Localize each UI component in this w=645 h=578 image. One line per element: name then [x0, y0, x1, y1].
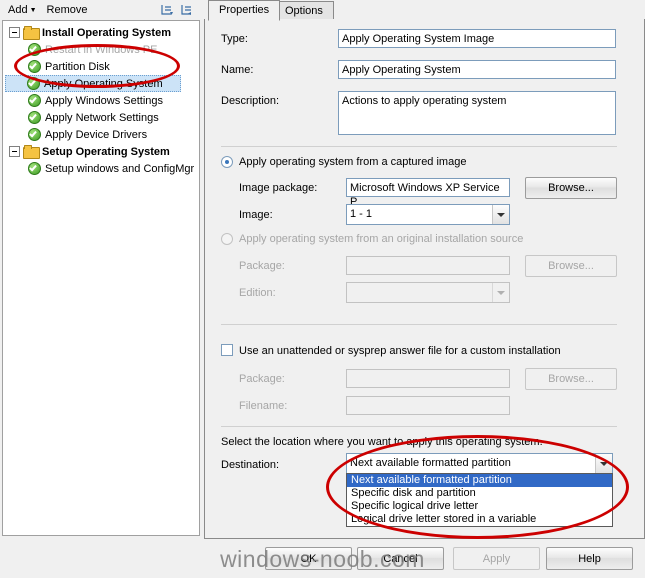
dropdown-option-next-available[interactable]: Next available formatted partition: [347, 474, 612, 487]
destination-instruction: Select the location where you want to ap…: [221, 436, 543, 448]
green-check-icon: [28, 128, 41, 141]
tree-item-label: Restart in Windows PE: [45, 43, 158, 56]
radio-captured-image-label: Apply operating system from a captured i…: [239, 156, 467, 168]
tree-item-restart-in-windows-pe[interactable]: Restart in Windows PE: [3, 41, 199, 58]
expander-collapse-icon[interactable]: [9, 146, 20, 157]
image-select[interactable]: 1 - 1: [346, 204, 510, 225]
edition-label: Edition:: [239, 287, 276, 299]
chevron-down-icon[interactable]: [595, 454, 612, 473]
green-check-icon: [28, 43, 41, 56]
tree-item-install-operating-system[interactable]: Install Operating System: [3, 24, 199, 41]
original-package-label: Package:: [239, 260, 285, 272]
checkbox-unattended-answer-file[interactable]: [221, 344, 233, 356]
dropdown-option-specific-logical-drive[interactable]: Specific logical drive letter: [347, 500, 612, 513]
add-button[interactable]: Add ▼: [4, 3, 41, 17]
green-check-icon: [28, 94, 41, 107]
image-select-value: 1 - 1: [350, 208, 373, 220]
folder-icon: [23, 26, 40, 40]
type-value: Apply Operating System Image: [338, 29, 616, 48]
task-sequence-editor-window: Add ▼ Remove Install Operating System Re…: [0, 0, 645, 578]
chevron-down-icon: ▼: [29, 7, 37, 14]
destination-label: Destination:: [221, 459, 280, 471]
destination-dropdown-list[interactable]: Next available formatted partition Speci…: [346, 473, 613, 527]
unattend-filename-label: Filename:: [239, 400, 288, 412]
browse-unattend-package-button: Browse...: [525, 368, 617, 390]
cancel-button[interactable]: Cancel: [357, 547, 444, 570]
remove-button[interactable]: Remove: [43, 3, 92, 17]
expander-collapse-icon[interactable]: [9, 27, 20, 38]
ok-button[interactable]: OK: [265, 547, 352, 570]
tree-item-label: Setup windows and ConfigMgr: [45, 162, 195, 175]
dialog-footer: OK Cancel Apply Help: [0, 540, 645, 578]
description-label: Description:: [221, 95, 280, 107]
task-sequence-tree-panel: Add ▼ Remove Install Operating System Re…: [0, 0, 202, 578]
tab-strip: Properties Options: [204, 0, 645, 21]
green-check-icon: [28, 111, 41, 124]
unattend-package-value: [346, 369, 510, 388]
tree-item-apply-device-drivers[interactable]: Apply Device Drivers: [3, 126, 199, 143]
tree-item-partition-disk[interactable]: Partition Disk: [3, 58, 199, 75]
tree-item-label: Partition Disk: [45, 60, 110, 73]
tree-item-apply-operating-system[interactable]: Apply Operating System: [5, 75, 181, 92]
green-check-icon: [28, 162, 41, 175]
browse-image-package-button[interactable]: Browse...: [525, 177, 617, 199]
unattend-package-label: Package:: [239, 373, 285, 385]
unattend-filename-value: [346, 396, 510, 415]
divider-2: [221, 324, 617, 325]
dropdown-option-specific-disk[interactable]: Specific disk and partition: [347, 487, 612, 500]
image-package-label: Image package:: [239, 182, 318, 194]
tree-item-apply-windows-settings[interactable]: Apply Windows Settings: [3, 92, 199, 109]
apply-button: Apply: [453, 547, 540, 570]
dropdown-option-logical-drive-variable[interactable]: Logical drive letter stored in a variabl…: [347, 513, 612, 526]
tree-item-label: Setup Operating System: [42, 145, 170, 158]
folder-icon: [23, 145, 40, 159]
image-package-value: Microsoft Windows XP Service P: [346, 178, 510, 208]
tree-item-label: Apply Device Drivers: [45, 128, 148, 141]
add-button-label: Add: [8, 4, 28, 16]
description-input[interactable]: Actions to apply operating system: [338, 91, 616, 135]
original-package-value: [346, 256, 510, 275]
tree-item-setup-windows-and-configmgr[interactable]: Setup windows and ConfigMgr: [3, 160, 199, 177]
tree-item-label: Apply Operating System: [44, 77, 163, 90]
tree-item-label: Install Operating System: [42, 26, 171, 39]
radio-original-source[interactable]: [221, 233, 233, 245]
help-button[interactable]: Help: [546, 547, 633, 570]
properties-body: Type: Apply Operating System Image Name:…: [204, 19, 645, 539]
chevron-down-icon[interactable]: [492, 205, 509, 224]
tree-item-apply-network-settings[interactable]: Apply Network Settings: [3, 109, 199, 126]
chevron-down-icon: [492, 283, 509, 302]
tree-item-label: Apply Network Settings: [45, 111, 159, 124]
green-check-icon: [27, 77, 40, 90]
divider-3: [221, 426, 617, 427]
destination-select[interactable]: Next available formatted partition: [346, 453, 613, 474]
tree-item-setup-operating-system[interactable]: Setup Operating System: [3, 143, 199, 160]
browse-original-package-button: Browse...: [525, 255, 617, 277]
checkbox-unattended-answer-file-label: Use an unattended or sysprep answer file…: [239, 345, 561, 357]
image-label: Image:: [239, 209, 273, 221]
properties-panel: Properties Options Type: Apply Operating…: [204, 0, 645, 578]
name-input[interactable]: Apply Operating System: [338, 60, 616, 79]
tree-item-label: Apply Windows Settings: [45, 94, 163, 107]
destination-select-value: Next available formatted partition: [350, 457, 511, 469]
tab-properties[interactable]: Properties: [208, 0, 281, 21]
name-label: Name:: [221, 64, 254, 76]
collapse-all-icon[interactable]: [160, 3, 174, 20]
expand-all-icon[interactable]: [180, 3, 194, 20]
divider-1: [221, 146, 617, 147]
radio-captured-image[interactable]: [221, 156, 233, 168]
tab-options[interactable]: Options: [274, 1, 334, 20]
tree-toolbar: Add ▼ Remove: [0, 0, 202, 20]
edition-select: [346, 282, 510, 303]
type-label: Type:: [221, 33, 248, 45]
radio-original-source-label: Apply operating system from an original …: [239, 233, 524, 245]
green-check-icon: [28, 60, 41, 73]
task-sequence-tree[interactable]: Install Operating System Restart in Wind…: [2, 20, 200, 536]
